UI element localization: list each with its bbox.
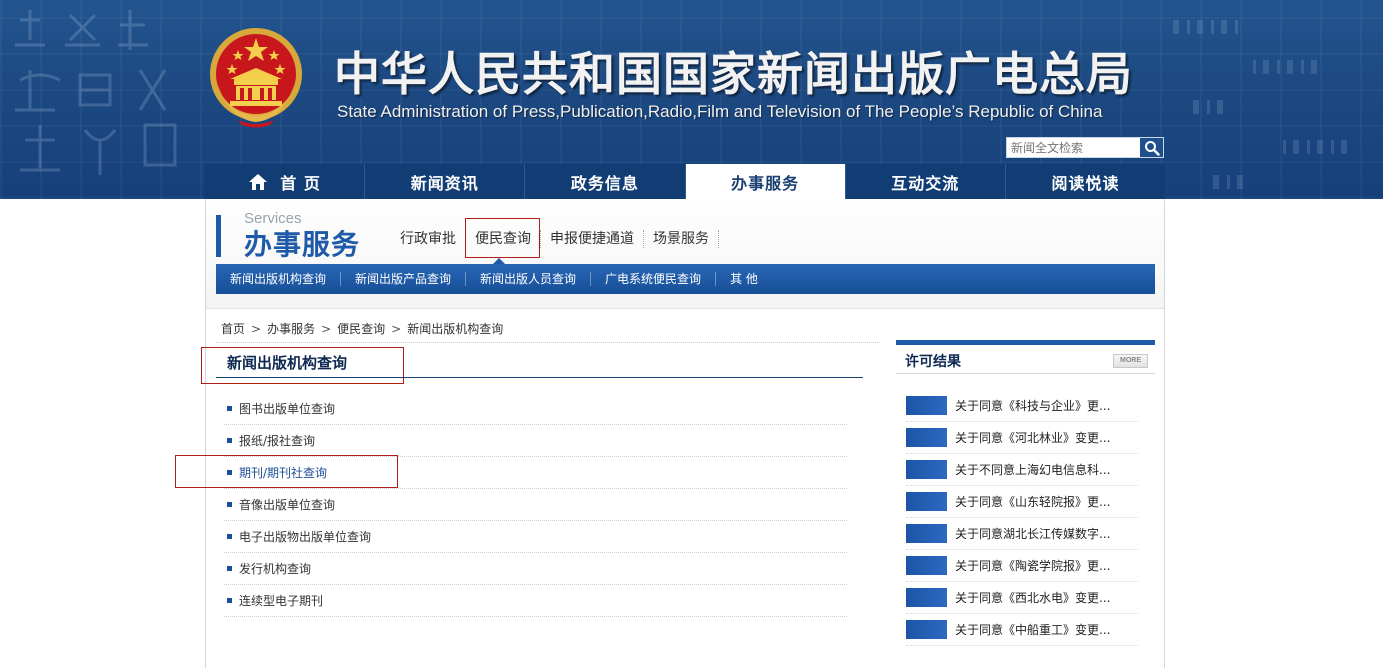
category-other[interactable]: 其 他 bbox=[730, 272, 772, 286]
panel-divider bbox=[896, 373, 1155, 374]
breadcrumb-services[interactable]: 办事服务 bbox=[267, 322, 315, 336]
section-header: Services 办事服务 行政审批 便民查询 申报便捷通道 场景服务 新闻出版… bbox=[206, 199, 1164, 309]
subnav-item-scene-service[interactable]: 场景服务 bbox=[644, 230, 719, 248]
list-item-label: 图书出版单位查询 bbox=[239, 402, 336, 416]
list-item-label: 关于同意《中船重工》变更... bbox=[955, 623, 1111, 637]
panel-title: 许可结果 bbox=[905, 354, 961, 370]
banner-calligraphy-decoration bbox=[0, 0, 210, 199]
site-title: 中华人民共和国国家新闻出版广电总局 bbox=[334, 47, 1133, 101]
tag-icon bbox=[906, 396, 947, 415]
breadcrumb-separator: > bbox=[391, 322, 402, 336]
list-title-rule bbox=[216, 377, 863, 378]
site-subtitle: State Administration of Press,Publicatio… bbox=[337, 102, 1103, 121]
list-item-label: 报纸/报社查询 bbox=[239, 434, 316, 448]
list-item-label: 关于同意《山东轻院报》更... bbox=[955, 495, 1111, 509]
list-item[interactable]: 发行机构查询 bbox=[224, 553, 847, 585]
list-item[interactable]: 关于同意《中船重工》变更... bbox=[906, 614, 1138, 646]
search-button[interactable] bbox=[1140, 138, 1163, 157]
list-item[interactable]: 报纸/报社查询 bbox=[224, 425, 847, 457]
license-results-list: 关于同意《科技与企业》更... 关于同意《河北林业》变更... 关于不同意上海幻… bbox=[906, 390, 1138, 646]
subnav-item-filing-channel[interactable]: 申报便捷通道 bbox=[541, 230, 644, 248]
breadcrumb-separator: > bbox=[251, 322, 262, 336]
nav-item-reading[interactable]: 阅读悦读 bbox=[1006, 164, 1165, 199]
tag-icon bbox=[906, 588, 947, 607]
bullet-icon bbox=[227, 406, 232, 411]
bullet-icon bbox=[227, 598, 232, 603]
tag-icon bbox=[906, 556, 947, 575]
sub-category-bar: 新闻出版机构查询 新闻出版产品查询 新闻出版人员查询 广电系统便民查询 其 他 bbox=[216, 264, 1155, 294]
search-input[interactable] bbox=[1007, 138, 1141, 157]
subnav-highlight-box bbox=[465, 218, 540, 258]
category-broadcast-query[interactable]: 广电系统便民查询 bbox=[605, 272, 717, 286]
section-subnav: 行政审批 便民查询 申报便捷通道 场景服务 bbox=[391, 227, 719, 251]
list-item-label: 关于同意《西北水电》变更... bbox=[955, 591, 1111, 605]
list-item[interactable]: 图书出版单位查询 bbox=[224, 393, 847, 425]
breadcrumb-current: 新闻出版机构查询 bbox=[407, 322, 504, 336]
panel-accent-bar bbox=[896, 340, 1155, 345]
list-item-label: 电子出版物出版单位查询 bbox=[239, 530, 372, 544]
list-item-label: 关于同意《陶瓷学院报》更... bbox=[955, 559, 1111, 573]
nav-item-news[interactable]: 新闻资讯 bbox=[365, 164, 526, 199]
list-item[interactable]: 音像出版单位查询 bbox=[224, 489, 847, 521]
breadcrumb-separator: > bbox=[321, 322, 332, 336]
list-item-label: 关于同意《科技与企业》更... bbox=[955, 399, 1111, 413]
list-item-label: 音像出版单位查询 bbox=[239, 498, 336, 512]
category-publishing-product-query[interactable]: 新闻出版产品查询 bbox=[355, 272, 467, 286]
list-item[interactable]: 关于不同意上海幻电信息科... bbox=[906, 454, 1138, 486]
bullet-icon bbox=[227, 566, 232, 571]
category-publishing-org-query[interactable]: 新闻出版机构查询 bbox=[230, 272, 342, 286]
national-emblem-icon bbox=[208, 24, 304, 128]
nav-item-services[interactable]: 办事服务 bbox=[685, 164, 846, 199]
list-item-label: 关于同意湖北长江传媒数字... bbox=[955, 527, 1111, 541]
list-item-label: 关于同意《河北林业》变更... bbox=[955, 431, 1111, 445]
section-accent-bar bbox=[216, 215, 221, 257]
breadcrumb-public-query[interactable]: 便民查询 bbox=[337, 322, 385, 336]
list-item[interactable]: 连续型电子期刊 bbox=[224, 585, 847, 617]
nav-item-interaction[interactable]: 互动交流 bbox=[846, 164, 1006, 199]
list-item-label: 发行机构查询 bbox=[239, 562, 312, 576]
search-box bbox=[1006, 137, 1164, 158]
list-item[interactable]: 关于同意《科技与企业》更... bbox=[906, 390, 1138, 422]
calligraphy-pattern-icon bbox=[15, 10, 177, 175]
bullet-icon bbox=[227, 534, 232, 539]
binary-pattern-icon bbox=[1173, 20, 1347, 189]
tag-icon bbox=[906, 428, 947, 447]
nav-item-label: 首 页 bbox=[280, 173, 321, 193]
nav-item-government-info[interactable]: 政务信息 bbox=[525, 164, 686, 199]
query-list: 图书出版单位查询 报纸/报社查询 期刊/期刊社查询 音像出版单位查询 电子出版物… bbox=[224, 393, 847, 617]
list-item[interactable]: 关于同意《西北水电》变更... bbox=[906, 582, 1138, 614]
section-title: 办事服务 bbox=[244, 228, 361, 261]
list-title-highlight-box bbox=[201, 347, 404, 384]
breadcrumb: 首页 > 办事服务 > 便民查询 > 新闻出版机构查询 bbox=[221, 320, 503, 337]
more-button[interactable]: MORE bbox=[1113, 354, 1148, 368]
breadcrumb-home[interactable]: 首页 bbox=[221, 322, 245, 336]
nav-item-home[interactable]: 首 页 bbox=[205, 164, 366, 199]
category-publishing-person-query[interactable]: 新闻出版人员查询 bbox=[480, 272, 592, 286]
search-icon bbox=[1144, 140, 1160, 156]
tag-icon bbox=[906, 460, 947, 479]
list-item[interactable]: 关于同意《河北林业》变更... bbox=[906, 422, 1138, 454]
list-item-highlight-box bbox=[175, 455, 398, 488]
banner-binary-decoration bbox=[1153, 0, 1383, 199]
breadcrumb-divider bbox=[216, 342, 880, 343]
tag-icon bbox=[906, 524, 947, 543]
tag-icon bbox=[906, 492, 947, 511]
list-item-label: 关于不同意上海幻电信息科... bbox=[955, 463, 1111, 477]
home-icon bbox=[249, 173, 268, 190]
subnav-item-admin-approval[interactable]: 行政审批 bbox=[391, 230, 466, 248]
list-item[interactable]: 关于同意《山东轻院报》更... bbox=[906, 486, 1138, 518]
main-nav: 首 页 新闻资讯 政务信息 办事服务 互动交流 阅读悦读 bbox=[205, 164, 1165, 199]
list-item[interactable]: 关于同意湖北长江传媒数字... bbox=[906, 518, 1138, 550]
bullet-icon bbox=[227, 502, 232, 507]
bullet-icon bbox=[227, 438, 232, 443]
list-item-label: 连续型电子期刊 bbox=[239, 594, 324, 608]
tag-icon bbox=[906, 620, 947, 639]
list-item[interactable]: 电子出版物出版单位查询 bbox=[224, 521, 847, 553]
list-item[interactable]: 关于同意《陶瓷学院报》更... bbox=[906, 550, 1138, 582]
